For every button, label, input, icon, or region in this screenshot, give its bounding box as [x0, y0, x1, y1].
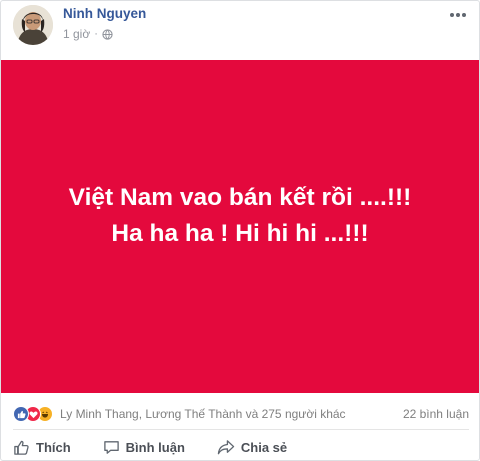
- like-button[interactable]: Thích: [13, 439, 71, 456]
- reaction-icons[interactable]: [13, 406, 53, 422]
- comment-label: Bình luận: [125, 439, 185, 455]
- post-actions: Thích Bình luận Chia sẻ: [13, 433, 469, 461]
- banner-line-1: Việt Nam vao bán kết rồi ....!!!: [68, 183, 412, 211]
- more-icon[interactable]: [449, 5, 467, 21]
- post-meta: 1 giờ ·: [63, 27, 113, 41]
- like-label: Thích: [36, 439, 71, 455]
- share-icon: [217, 439, 235, 456]
- text-banner: Việt Nam vao bán kết rồi ....!!! Ha ha h…: [1, 60, 479, 393]
- banner-line-2: Ha ha ha ! Hi hi hi ...!!!: [111, 219, 369, 247]
- comment-button[interactable]: Bình luận: [103, 439, 185, 456]
- share-button[interactable]: Chia sẻ: [217, 439, 287, 456]
- thumbs-up-icon: [13, 439, 30, 456]
- author-name[interactable]: Ninh Nguyen: [63, 6, 146, 21]
- reaction-names[interactable]: Ly Minh Thang, Lương Thế Thành và 275 ng…: [60, 407, 346, 421]
- share-label: Chia sẻ: [240, 439, 288, 455]
- facebook-post: Ninh Nguyen 1 giờ · Việt Nam vao bán kết…: [0, 0, 480, 461]
- comments-count[interactable]: 22 bình luận: [403, 407, 469, 421]
- post-header: Ninh Nguyen 1 giờ ·: [13, 1, 473, 49]
- avatar[interactable]: [13, 5, 53, 45]
- comment-icon: [103, 439, 120, 456]
- reactions-bar: Ly Minh Thang, Lương Thế Thành và 275 ng…: [13, 404, 469, 424]
- post-time[interactable]: 1 giờ: [63, 27, 90, 41]
- divider: [13, 429, 469, 430]
- globe-icon[interactable]: [102, 28, 113, 40]
- meta-separator: ·: [94, 28, 98, 40]
- like-icon: [13, 406, 29, 422]
